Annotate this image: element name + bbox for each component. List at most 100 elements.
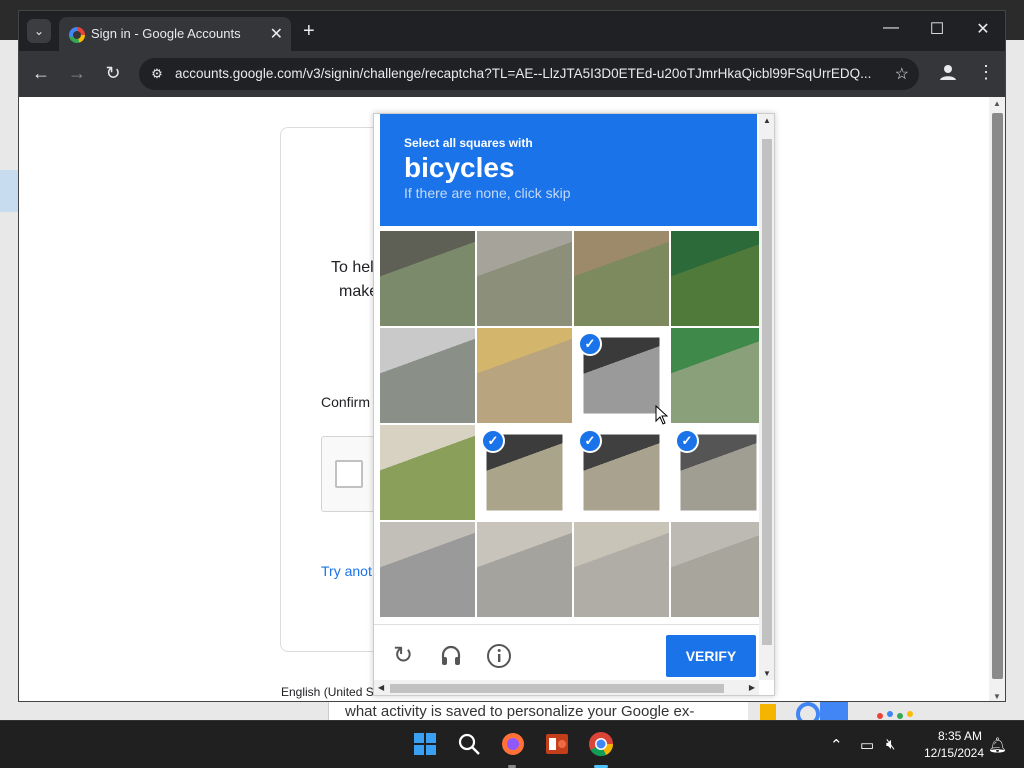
address-bar[interactable]: ⚙ accounts.google.com/v3/signin/challeng… — [139, 58, 919, 90]
captcha-image-grid: ✓ ✓ ✓ ✓ — [380, 231, 766, 619]
bookmark-star-icon[interactable]: ☆ — [895, 64, 909, 84]
page-vscroll-thumb[interactable] — [992, 113, 1003, 679]
captcha-tile-4-4[interactable] — [671, 522, 766, 617]
menu-kebab-icon[interactable]: ⋮ — [977, 62, 995, 83]
confirm-text: Confirm — [321, 394, 371, 410]
tray-overflow-chevron-icon[interactable]: ⌃ — [830, 736, 843, 754]
search-glyph — [458, 733, 480, 755]
captcha-tile-3-1[interactable] — [380, 425, 475, 520]
forward-arrow-icon[interactable]: → — [65, 63, 89, 84]
notification-bell-icon[interactable]: 🔔︎ — [988, 736, 1007, 754]
site-settings-icon[interactable]: ⚙ — [147, 64, 167, 84]
title-bar: ⌄ Sign in - Google Accounts ✕ + — ☐ ✕ — [19, 11, 1005, 51]
captcha-tile-image — [477, 522, 572, 617]
captcha-tile-3-3[interactable]: ✓ — [574, 425, 669, 520]
network-icon[interactable]: ▭ — [860, 736, 874, 754]
headphones-icon[interactable] — [438, 643, 464, 669]
captcha-tile-4-2[interactable] — [477, 522, 572, 617]
scroll-right-arrow-icon[interactable]: ▶ — [749, 683, 755, 692]
captcha-tile-1-1[interactable] — [380, 231, 475, 326]
captcha-tile-3-2[interactable]: ✓ — [477, 425, 572, 520]
headphones-glyph — [441, 645, 461, 665]
scroll-down-arrow-icon[interactable]: ▼ — [763, 669, 771, 678]
captcha-tile-image — [380, 328, 475, 423]
captcha-header: Select all squares with bicycles If ther… — [380, 114, 757, 226]
url-text[interactable]: accounts.google.com/v3/signin/challenge/… — [175, 66, 881, 81]
reload-icon[interactable]: ↻ — [390, 643, 416, 669]
recaptcha-checkbox[interactable] — [335, 460, 363, 488]
search-icon[interactable] — [454, 729, 484, 759]
captcha-tile-image — [380, 425, 475, 520]
captcha-tile-3-4[interactable]: ✓ — [671, 425, 766, 520]
selected-check-icon: ✓ — [481, 429, 505, 453]
captcha-tile-4-1[interactable] — [380, 522, 475, 617]
tab-search-button[interactable]: ⌄ — [27, 19, 51, 43]
background-window-text: what activity is saved to personalize yo… — [328, 702, 748, 720]
try-another-way-link[interactable]: Try anot — [321, 563, 372, 579]
captcha-vertical-scrollbar[interactable]: ▲ ▼ — [759, 114, 774, 680]
captcha-tile-2-1[interactable] — [380, 328, 475, 423]
captcha-tile-1-3[interactable] — [574, 231, 669, 326]
browser-window: ⌄ Sign in - Google Accounts ✕ + — ☐ ✕ ← … — [18, 10, 1006, 702]
tab-close-icon[interactable]: ✕ — [270, 24, 283, 44]
windows-start-icon[interactable] — [410, 729, 440, 759]
selected-check-icon: ✓ — [675, 429, 699, 453]
captcha-tile-2-4[interactable] — [671, 328, 766, 423]
volume-muted-icon[interactable]: 🔇︎ — [886, 736, 895, 753]
reload-page-icon[interactable]: ↻ — [101, 63, 125, 84]
chrome-glyph — [589, 732, 614, 757]
background-logo-shapes — [760, 702, 913, 726]
captcha-tile-1-4[interactable] — [671, 231, 766, 326]
back-arrow-icon[interactable]: ← — [29, 63, 53, 84]
captcha-tile-image — [671, 328, 766, 423]
page-vertical-scrollbar[interactable]: ▲ ▼ — [989, 97, 1005, 701]
captcha-tile-image — [574, 522, 669, 617]
captcha-tile-image — [380, 231, 475, 326]
captcha-footer: ↻ VERIFY — [374, 624, 762, 684]
clock-time[interactable]: 8:35 AM — [930, 729, 990, 743]
minimize-button[interactable]: — — [877, 19, 905, 37]
verify-button[interactable]: VERIFY — [666, 635, 756, 677]
close-window-button[interactable]: ✕ — [969, 19, 997, 39]
powerpoint-icon[interactable] — [542, 729, 572, 759]
selected-check-icon: ✓ — [578, 429, 602, 453]
background-window-accent — [0, 170, 18, 212]
scroll-left-arrow-icon[interactable]: ◀ — [378, 683, 384, 692]
maximize-button[interactable]: ☐ — [923, 19, 951, 39]
recaptcha-checkbox-widget — [321, 436, 381, 512]
windows-logo — [414, 733, 436, 755]
captcha-tile-image — [380, 522, 475, 617]
tab-sign-in[interactable]: Sign in - Google Accounts ✕ — [59, 17, 291, 51]
captcha-tile-image — [671, 231, 766, 326]
captcha-tile-1-2[interactable] — [477, 231, 572, 326]
captcha-tile-4-3[interactable] — [574, 522, 669, 617]
profile-icon[interactable] — [937, 63, 959, 85]
page-viewport: To hel make Confirm Try anot English (Un… — [19, 97, 989, 701]
captcha-vscroll-thumb[interactable] — [762, 139, 772, 645]
captcha-horizontal-scrollbar[interactable]: ◀ ▶ — [374, 680, 759, 695]
taskbar: ⌃ ▭ 🔇︎ 8:35 AM 12/15/2024 🔔︎ — [0, 720, 1024, 768]
new-tab-button[interactable]: + — [303, 20, 315, 43]
recaptcha-challenge-popup: Select all squares with bicycles If ther… — [373, 113, 775, 696]
firefox-glyph — [502, 733, 524, 755]
tab-title: Sign in - Google Accounts — [91, 26, 241, 41]
scroll-up-arrow-icon[interactable]: ▲ — [763, 116, 771, 125]
background-logos — [756, 702, 936, 726]
language-selector[interactable]: English (United S — [281, 685, 374, 699]
info-icon[interactable] — [486, 643, 512, 669]
info-glyph — [487, 644, 511, 668]
captcha-hscroll-thumb[interactable] — [390, 684, 724, 693]
captcha-tile-image — [477, 328, 572, 423]
page-scroll-down-icon[interactable]: ▼ — [993, 692, 1001, 701]
chrome-icon[interactable] — [586, 729, 616, 759]
firefox-icon[interactable] — [498, 729, 528, 759]
captcha-tile-2-2[interactable] — [477, 328, 572, 423]
card-text-line-1: To hel — [331, 259, 374, 276]
captcha-instruction: Select all squares with — [404, 136, 533, 150]
captcha-tile-image — [671, 522, 766, 617]
page-scroll-up-icon[interactable]: ▲ — [993, 99, 1001, 108]
captcha-tile-image — [574, 231, 669, 326]
clock-date[interactable]: 12/15/2024 — [920, 746, 988, 760]
captcha-tile-image — [477, 231, 572, 326]
google-favicon-icon — [69, 27, 85, 43]
